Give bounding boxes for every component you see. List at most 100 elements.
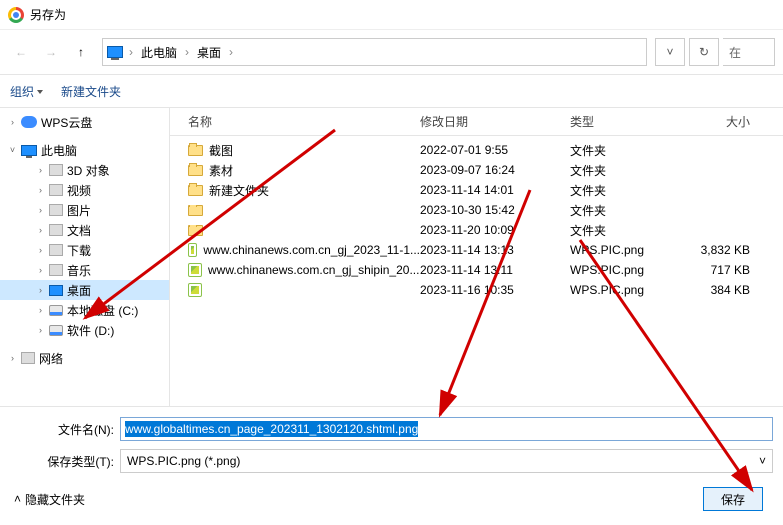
disk-icon <box>49 325 63 336</box>
filetype-select[interactable]: WPS.PIC.png (*.png) ˅ <box>120 449 773 473</box>
file-name: 素材 <box>209 162 233 179</box>
column-header-size[interactable]: 大小 <box>690 113 760 130</box>
file-row[interactable]: 2023-11-20 10:09文件夹 <box>170 220 783 240</box>
filetype-label: 保存类型(T): <box>10 453 120 470</box>
file-name: www.chinanews.com.cn_gj_shipin_20... <box>208 263 419 277</box>
chevron-right-icon: › <box>36 186 45 195</box>
pc-icon <box>107 46 123 58</box>
column-header-name[interactable]: 名称 <box>170 113 420 130</box>
image-file-icon <box>188 243 197 257</box>
chevron-right-icon: › <box>183 43 191 61</box>
pc-icon <box>21 145 37 156</box>
image-file-icon <box>188 263 202 277</box>
cloud-icon <box>21 116 37 128</box>
file-row[interactable]: 截图2022-07-01 9:55文件夹 <box>170 140 783 160</box>
sidebar-item-this-pc[interactable]: ˅此电脑 <box>0 140 169 160</box>
file-row[interactable]: www.chinanews.com.cn_gj_2023_11-1...2023… <box>170 240 783 260</box>
save-form: 文件名(N): www.globaltimes.cn_page_202311_1… <box>0 406 783 517</box>
sidebar-item-disk-c[interactable]: ›本地磁盘 (C:) <box>0 300 169 320</box>
file-date: 2023-11-14 13:13 <box>420 243 570 257</box>
hide-folders-toggle[interactable]: ˄隐藏文件夹 <box>14 491 85 508</box>
documents-icon <box>49 224 63 236</box>
window-titlebar: 另存为 <box>0 0 783 30</box>
file-type: 文件夹 <box>570 182 690 199</box>
file-date: 2023-11-16 10:35 <box>420 283 570 297</box>
file-type: 文件夹 <box>570 222 690 239</box>
folder-icon <box>188 225 203 236</box>
chevron-right-icon: › <box>36 226 45 235</box>
filename-input[interactable]: www.globaltimes.cn_page_202311_1302120.s… <box>120 417 773 441</box>
chevron-right-icon: › <box>36 306 45 315</box>
file-size: 384 KB <box>690 283 760 297</box>
file-type: WPS.PIC.png <box>570 243 690 257</box>
chevron-right-icon: › <box>36 246 45 255</box>
toolbar: 组织 新建文件夹 <box>0 74 783 108</box>
sidebar-item-network[interactable]: ›网络 <box>0 348 169 368</box>
breadcrumb-current[interactable]: 桌面 <box>195 42 223 63</box>
desktop-icon <box>49 285 63 296</box>
sidebar-item-videos[interactable]: ›视频 <box>0 180 169 200</box>
file-size: 3,832 KB <box>690 243 760 257</box>
chevron-right-icon: › <box>36 326 45 335</box>
new-folder-button[interactable]: 新建文件夹 <box>61 83 121 100</box>
file-row[interactable]: 2023-11-16 10:35WPS.PIC.png384 KB <box>170 280 783 300</box>
window-title: 另存为 <box>30 6 66 23</box>
organize-menu[interactable]: 组织 <box>10 83 43 100</box>
chevron-right-icon: › <box>36 166 45 175</box>
sidebar-item-wps-cloud[interactable]: ›WPS云盘 <box>0 112 169 132</box>
network-icon <box>21 352 35 364</box>
file-type: WPS.PIC.png <box>570 263 690 277</box>
folder-icon <box>188 165 203 176</box>
chevron-right-icon: › <box>227 43 235 61</box>
column-header-type[interactable]: 类型 <box>570 113 690 130</box>
chevron-up-icon: ˄ <box>14 492 21 506</box>
file-row[interactable]: www.chinanews.com.cn_gj_shipin_20...2023… <box>170 260 783 280</box>
refresh-icon: ↻ <box>699 45 709 59</box>
nav-back-button: ← <box>8 39 34 65</box>
file-list[interactable]: 截图2022-07-01 9:55文件夹素材2023-09-07 16:24文件… <box>170 136 783 406</box>
file-type: 文件夹 <box>570 142 690 159</box>
file-name: 截图 <box>209 142 233 159</box>
folder-icon <box>188 205 203 216</box>
file-name: www.chinanews.com.cn_gj_2023_11-1... <box>203 243 420 257</box>
3d-objects-icon <box>49 164 63 176</box>
sidebar-item-pictures[interactable]: ›图片 <box>0 200 169 220</box>
file-row[interactable]: 2023-10-30 15:42文件夹 <box>170 200 783 220</box>
sidebar-item-disk-d[interactable]: ›软件 (D:) <box>0 320 169 340</box>
chevron-down-icon: ˅ <box>759 454 766 468</box>
path-dropdown-button[interactable]: ˅ <box>655 38 685 66</box>
sidebar-item-music[interactable]: ›音乐 <box>0 260 169 280</box>
file-date: 2023-11-20 10:09 <box>420 223 570 237</box>
nav-up-button[interactable]: ↑ <box>68 39 94 65</box>
file-size: 717 KB <box>690 263 760 277</box>
pictures-icon <box>49 204 63 216</box>
sidebar: ›WPS云盘 ˅此电脑 ›3D 对象 ›视频 ›图片 ›文档 ›下载 ›音乐 ›… <box>0 108 170 406</box>
path-box[interactable]: › 此电脑 › 桌面 › <box>102 38 647 66</box>
file-date: 2023-11-14 13:11 <box>420 263 570 277</box>
downloads-icon <box>49 244 63 256</box>
sidebar-item-downloads[interactable]: ›下载 <box>0 240 169 260</box>
sidebar-item-documents[interactable]: ›文档 <box>0 220 169 240</box>
save-button[interactable]: 保存 <box>703 487 763 511</box>
search-input[interactable]: 在 <box>723 38 775 66</box>
column-header-date[interactable]: 修改日期 <box>420 113 570 130</box>
address-bar: ← → ↑ › 此电脑 › 桌面 › ˅ ↻ 在 <box>0 30 783 74</box>
chevron-right-icon: › <box>8 354 17 363</box>
nav-forward-button: → <box>38 39 64 65</box>
filename-label: 文件名(N): <box>10 421 120 438</box>
breadcrumb-root[interactable]: 此电脑 <box>139 42 179 63</box>
file-date: 2023-11-14 14:01 <box>420 183 570 197</box>
refresh-button[interactable]: ↻ <box>689 38 719 66</box>
chevron-right-icon: › <box>36 286 45 295</box>
sidebar-item-3d-objects[interactable]: ›3D 对象 <box>0 160 169 180</box>
sidebar-item-desktop[interactable]: ›桌面 <box>0 280 169 300</box>
chevron-down-icon: ˅ <box>8 146 17 155</box>
file-row[interactable]: 素材2023-09-07 16:24文件夹 <box>170 160 783 180</box>
chevron-down-icon <box>37 90 43 94</box>
file-name: 新建文件夹 <box>209 182 269 199</box>
file-date: 2023-09-07 16:24 <box>420 163 570 177</box>
file-row[interactable]: 新建文件夹 2023-11-14 14:01文件夹 <box>170 180 783 200</box>
chevron-right-icon: › <box>127 43 135 61</box>
music-icon <box>49 264 63 276</box>
file-pane: 名称 修改日期 类型 大小 截图2022-07-01 9:55文件夹素材 2023… <box>170 108 783 406</box>
